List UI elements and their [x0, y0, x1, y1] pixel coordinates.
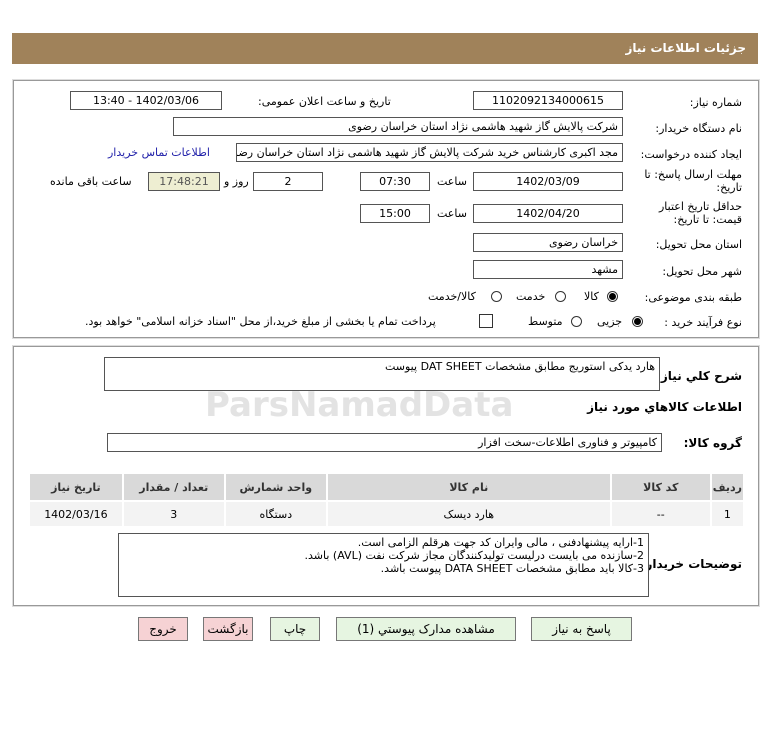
category-radio-service[interactable]	[555, 291, 566, 302]
validity-date-field: 1402/04/20	[473, 204, 623, 223]
page-title: جزئیات اطلاعات نیاز	[625, 41, 746, 55]
cell-row: 1	[709, 500, 746, 528]
province-label: استان محل تحویل:	[655, 238, 742, 251]
creator-label: ایجاد کننده درخواست:	[640, 148, 742, 161]
table-row: 1 -- هارد دیسک دستگاه 3 1402/03/16	[28, 500, 746, 528]
process-option-minor: جزیی	[597, 315, 623, 328]
days-label: روز و	[224, 175, 249, 188]
watermark-logo: ParsNamadData	[205, 385, 514, 425]
col-code: کد کالا	[609, 472, 712, 502]
exit-button[interactable]: خروج	[138, 617, 188, 641]
process-option-medium: متوسط	[528, 315, 563, 328]
city-label: شهر محل تحویل:	[662, 265, 742, 278]
reply-button[interactable]: پاسخ به نیاز	[531, 617, 632, 641]
validity-time-field: 15:00	[360, 204, 430, 223]
cell-unit: دستگاه	[223, 500, 328, 528]
goods-table: ردیف کد کالا نام کالا واحد شمارش تعداد /…	[28, 472, 746, 528]
back-button[interactable]: بازگشت	[203, 617, 253, 641]
contact-buyer-link[interactable]: اطلاعات تماس خریدار	[108, 146, 210, 159]
col-name: نام کالا	[325, 472, 612, 502]
note-line: 1-ارایه پیشنهادفنی ، مالی وایران کد جهت …	[357, 536, 644, 549]
goods-section-title: اطلاعات کالاهاي مورد نياز	[587, 400, 742, 414]
validity-label: حداقل تاریخ اعتبار قیمت: تا تاریخ:	[658, 200, 742, 226]
buyer-label: نام دستگاه خریدار:	[655, 122, 742, 135]
category-radio-both[interactable]	[491, 291, 502, 302]
category-label: طبقه بندی موضوعی:	[644, 291, 742, 304]
cell-name: هارد دیسک	[325, 500, 612, 528]
notes-label: توضیحات خریدار:	[640, 557, 742, 571]
cell-qty: 3	[121, 500, 226, 528]
buyer-field: شرکت پالایش گاز شهید هاشمی نژاد استان خر…	[173, 117, 623, 136]
deadline-time-label: ساعت	[437, 175, 467, 188]
group-label: گروه کالا:	[683, 436, 742, 450]
note-line: 2-سازنده می بایست درلیست تولیدکنندگان مج…	[304, 549, 644, 562]
category-option-service: خدمت	[516, 290, 546, 303]
col-date: تاریخ نیاز	[28, 472, 124, 502]
announce-field: 1402/03/06 - 13:40	[70, 91, 222, 110]
announce-label: تاریخ و ساعت اعلان عمومی:	[258, 95, 391, 108]
creator-field: مجد اکبری کارشناس خرید شرکت پالایش گاز ش…	[236, 143, 623, 162]
table-header-row: ردیف کد کالا نام کالا واحد شمارش تعداد /…	[28, 472, 746, 502]
category-radio-goods[interactable]	[607, 291, 618, 302]
notes-field: 1-ارایه پیشنهادفنی ، مالی وایران کد جهت …	[118, 533, 649, 597]
view-attachments-button[interactable]: مشاهده مدارک پیوستي (1)	[336, 617, 516, 641]
process-radio-medium[interactable]	[571, 316, 582, 327]
treasury-payment-checkbox[interactable]	[479, 314, 493, 328]
need-number-label: شماره نیاز:	[689, 96, 742, 109]
group-field: کامپیوتر و فناوری اطلاعات-سخت افزار	[107, 433, 662, 452]
city-field: مشهد	[473, 260, 623, 279]
validity-time-label: ساعت	[437, 207, 467, 220]
cell-code: --	[609, 500, 712, 528]
category-option-goods: کالا	[584, 290, 599, 303]
note-line: 3-کالا باید مطابق مشخصات DATA SHEET پیوس…	[380, 562, 644, 575]
col-row: ردیف	[709, 472, 746, 502]
cell-date: 1402/03/16	[28, 500, 124, 528]
page-header: جزئیات اطلاعات نیاز	[12, 33, 758, 64]
remaining-label: ساعت باقی مانده	[50, 175, 132, 188]
summary-field: هارد یدکی استوریج مطابق مشخصات DAT SHEET…	[104, 357, 660, 391]
remaining-time-field: 17:48:21	[148, 172, 220, 191]
summary-label: شرح کلي نياز:	[656, 369, 742, 383]
deadline-label: مهلت ارسال پاسخ: تا تاریخ:	[644, 168, 742, 194]
process-label: نوع فرآیند خرید :	[664, 316, 742, 329]
deadline-date-field: 1402/03/09	[473, 172, 623, 191]
days-field: 2	[253, 172, 323, 191]
category-option-both: کالا/خدمت	[428, 290, 476, 303]
need-number-field: 1102092134000615	[473, 91, 623, 110]
province-field: خراسان رضوی	[473, 233, 623, 252]
col-unit: واحد شمارش	[223, 472, 328, 502]
process-radio-minor[interactable]	[632, 316, 643, 327]
print-button[interactable]: چاپ	[270, 617, 320, 641]
payment-note: پرداخت تمام یا بخشی از مبلغ خرید،از محل …	[85, 315, 436, 328]
col-qty: تعداد / مقدار	[121, 472, 226, 502]
deadline-time-field: 07:30	[360, 172, 430, 191]
